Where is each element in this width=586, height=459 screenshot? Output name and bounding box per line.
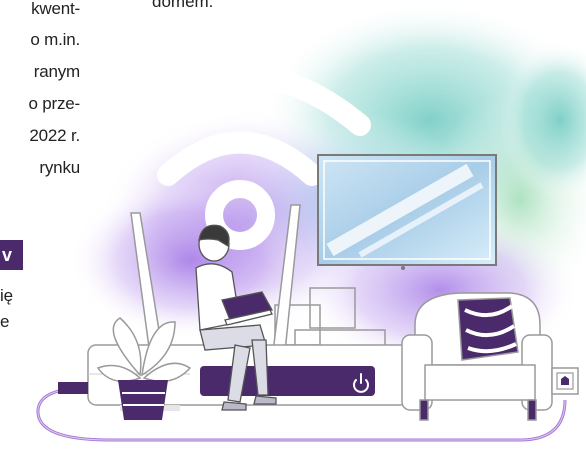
article-text-line: rynku xyxy=(39,158,80,177)
home-wifi-illustration xyxy=(36,0,586,442)
article-text-top: domem. xyxy=(152,0,214,11)
article-text-line: e xyxy=(0,312,10,331)
article-text-line: kwent- xyxy=(31,0,80,18)
article-text-line: ranym xyxy=(33,62,80,81)
article-illustration-page: domem. kwent- o m.in. ranym o prze- 2022… xyxy=(0,0,586,459)
ethernet-port-icon xyxy=(551,367,579,395)
article-text-line: o prze- xyxy=(28,94,80,113)
television xyxy=(317,154,497,270)
article-text-column: kwent- o m.in. ranym o prze- 2022 r. ryn… xyxy=(0,0,80,459)
armchair xyxy=(401,292,553,421)
article-text-line: 2022 r. xyxy=(29,126,80,145)
article-text-line: o m.in. xyxy=(30,30,80,49)
section-heading-letter: v xyxy=(2,245,13,265)
article-text-line: ię xyxy=(0,286,13,305)
